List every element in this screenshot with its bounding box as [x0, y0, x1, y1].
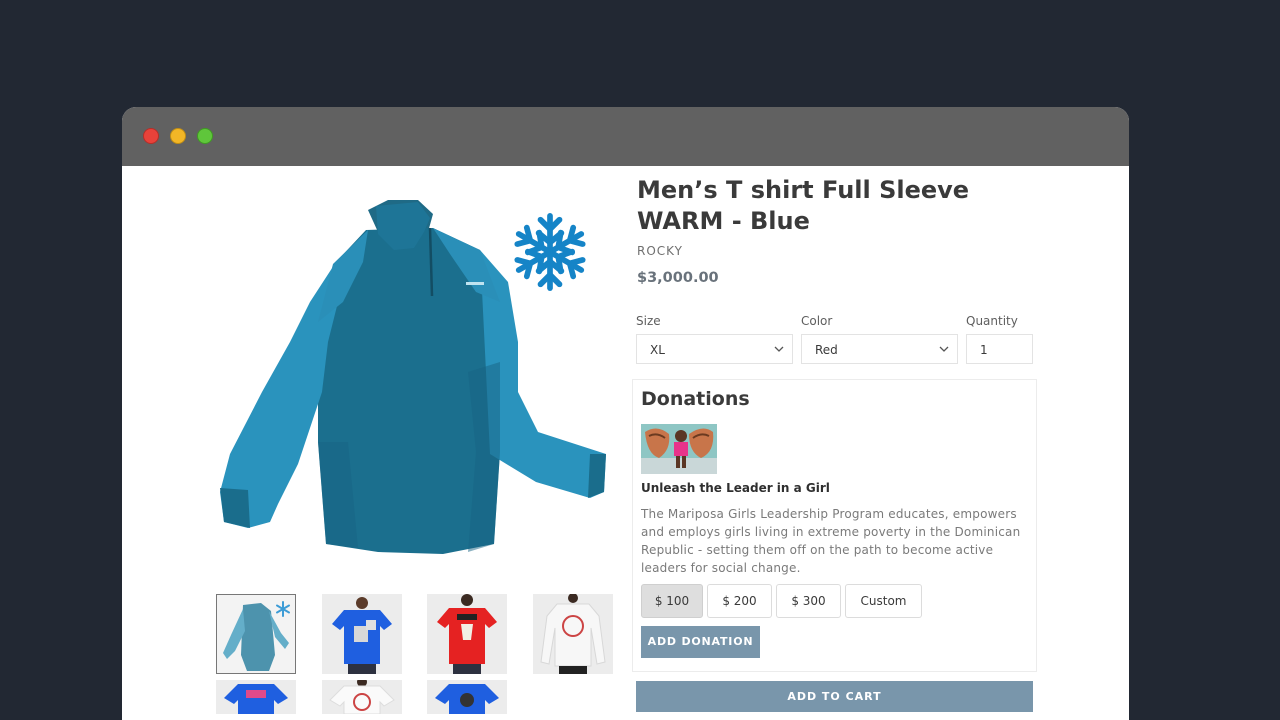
size-label: Size: [636, 314, 661, 328]
donation-amount-custom[interactable]: Custom: [845, 584, 922, 618]
blue-print-tshirt-thumb[interactable]: [216, 680, 296, 714]
blue-fleece-thumb[interactable]: [216, 594, 296, 674]
product-page: Men’s T shirt Full Sleeve WARM - Blue RO…: [122, 166, 1129, 720]
white-longsleeve-thumb[interactable]: [533, 594, 613, 674]
quantity-label: Quantity: [966, 314, 1018, 328]
donation-cause-title: Unleash the Leader in a Girl: [641, 481, 830, 495]
window-titlebar: [122, 107, 1129, 166]
size-select[interactable]: XL: [636, 334, 793, 364]
white-print-tshirt-thumb[interactable]: [322, 680, 402, 714]
chevron-down-icon: [774, 346, 784, 352]
size-select-value: XL: [650, 343, 665, 357]
donation-amount-100[interactable]: $ 100: [641, 584, 703, 618]
maximize-window-button[interactable]: [197, 128, 213, 144]
close-window-button[interactable]: [143, 128, 159, 144]
blue-tshirt-2-thumb[interactable]: [427, 680, 507, 714]
snowflake-icon: [512, 213, 588, 294]
donation-amount-300[interactable]: $ 300: [776, 584, 841, 618]
color-select[interactable]: Red: [801, 334, 958, 364]
donation-cause-image: [641, 424, 717, 474]
donation-description: The Mariposa Girls Leadership Program ed…: [641, 507, 1021, 575]
minimize-window-button[interactable]: [170, 128, 186, 144]
donations-panel: Donations Unleash the Leader in a Girl T…: [632, 379, 1037, 672]
donations-heading: Donations: [641, 388, 750, 410]
product-price: $3,000.00: [637, 270, 719, 286]
donation-amount-200[interactable]: $ 200: [707, 584, 772, 618]
add-to-cart-button[interactable]: ADD TO CART: [636, 681, 1033, 712]
product-vendor: ROCKY: [637, 244, 683, 258]
color-label: Color: [801, 314, 833, 328]
red-tshirt-thumb[interactable]: [427, 594, 507, 674]
browser-window: Men’s T shirt Full Sleeve WARM - Blue RO…: [122, 107, 1129, 720]
quantity-input-value: 1: [980, 343, 988, 357]
product-title: Men’s T shirt Full Sleeve WARM - Blue: [637, 176, 970, 235]
blue-tshirt-thumb[interactable]: [322, 594, 402, 674]
quantity-input[interactable]: 1: [966, 334, 1033, 364]
color-select-value: Red: [815, 343, 838, 357]
chevron-down-icon: [939, 346, 949, 352]
add-donation-button[interactable]: ADD DONATION: [641, 626, 760, 658]
